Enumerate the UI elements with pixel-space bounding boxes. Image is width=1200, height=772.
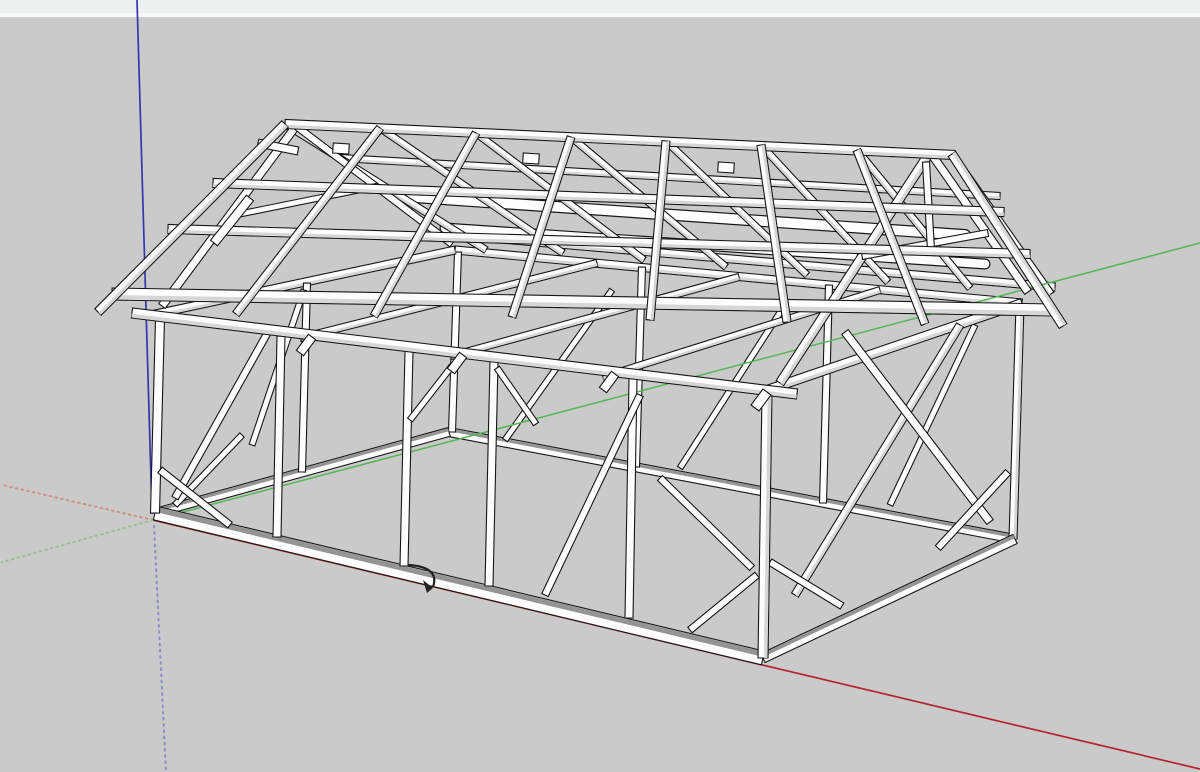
viewport-3d[interactable] xyxy=(0,0,1200,772)
layer-front-wall xyxy=(131,308,797,665)
model-canvas[interactable] xyxy=(0,0,1200,772)
